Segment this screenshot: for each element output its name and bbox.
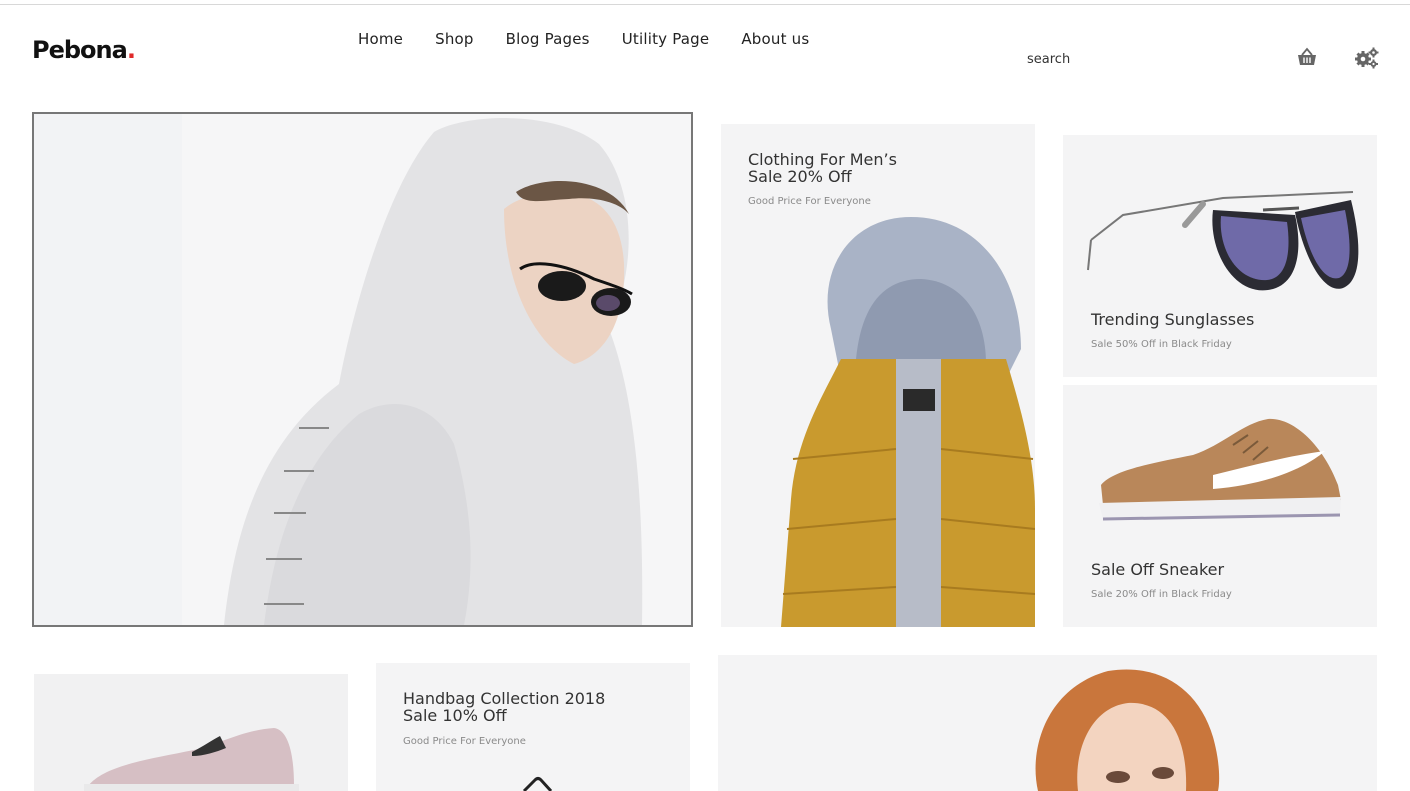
sunglasses-subtitle: Sale 50% Off in Black Friday: [1091, 339, 1232, 350]
sneaker-title: Sale Off Sneaker: [1091, 560, 1225, 579]
search-input[interactable]: [1027, 52, 1267, 67]
logo-dot: .: [126, 36, 136, 64]
banner-handbag[interactable]: Handbag Collection 2018 Sale 10% Off Goo…: [376, 663, 690, 791]
banner-slip-on-shoe[interactable]: [34, 674, 348, 791]
banner-sneaker[interactable]: Sale Off Sneaker Sale 20% Off in Black F…: [1063, 385, 1377, 627]
basket-icon[interactable]: [1296, 46, 1322, 70]
sneaker-subtitle: Sale 20% Off in Black Friday: [1091, 589, 1232, 600]
clothing-title-line2: Sale 20% Off: [748, 167, 852, 186]
handbag-handle-image: [522, 777, 553, 791]
nav-about-us[interactable]: About us: [741, 30, 809, 48]
clothing-subtitle: Good Price For Everyone: [748, 196, 871, 207]
puffer-vest-image: [781, 217, 1035, 627]
top-divider: [0, 4, 1410, 5]
hoodie-model-image: [182, 114, 691, 625]
handbag-subtitle: Good Price For Everyone: [403, 736, 526, 747]
slip-on-shoe-image: [84, 728, 299, 791]
site-logo[interactable]: Pebona.: [32, 36, 136, 64]
hero-banner[interactable]: [32, 112, 693, 627]
banner-model-woman[interactable]: [718, 655, 1377, 791]
settings-gears-icon[interactable]: [1354, 46, 1380, 70]
sneaker-image: [1099, 418, 1341, 521]
sunglasses-image: [1087, 191, 1359, 291]
banner-sunglasses[interactable]: Trending Sunglasses Sale 50% Off in Blac…: [1063, 135, 1377, 377]
main-nav: Home Shop Blog Pages Utility Page About …: [358, 30, 841, 48]
nav-utility-page[interactable]: Utility Page: [622, 30, 710, 48]
logo-text: Pebona: [32, 36, 128, 64]
handbag-title: Handbag Collection 2018 Sale 10% Off: [403, 690, 605, 724]
nav-blog-pages[interactable]: Blog Pages: [506, 30, 590, 48]
banner-clothing[interactable]: Clothing For Men’s Sale 20% Off Good Pri…: [721, 124, 1035, 627]
clothing-title: Clothing For Men’s Sale 20% Off: [748, 151, 897, 185]
woman-portrait-image: [1035, 669, 1220, 791]
nav-shop[interactable]: Shop: [435, 30, 474, 48]
nav-home[interactable]: Home: [358, 30, 403, 48]
handbag-title-line2: Sale 10% Off: [403, 706, 507, 725]
sunglasses-title: Trending Sunglasses: [1091, 310, 1255, 329]
